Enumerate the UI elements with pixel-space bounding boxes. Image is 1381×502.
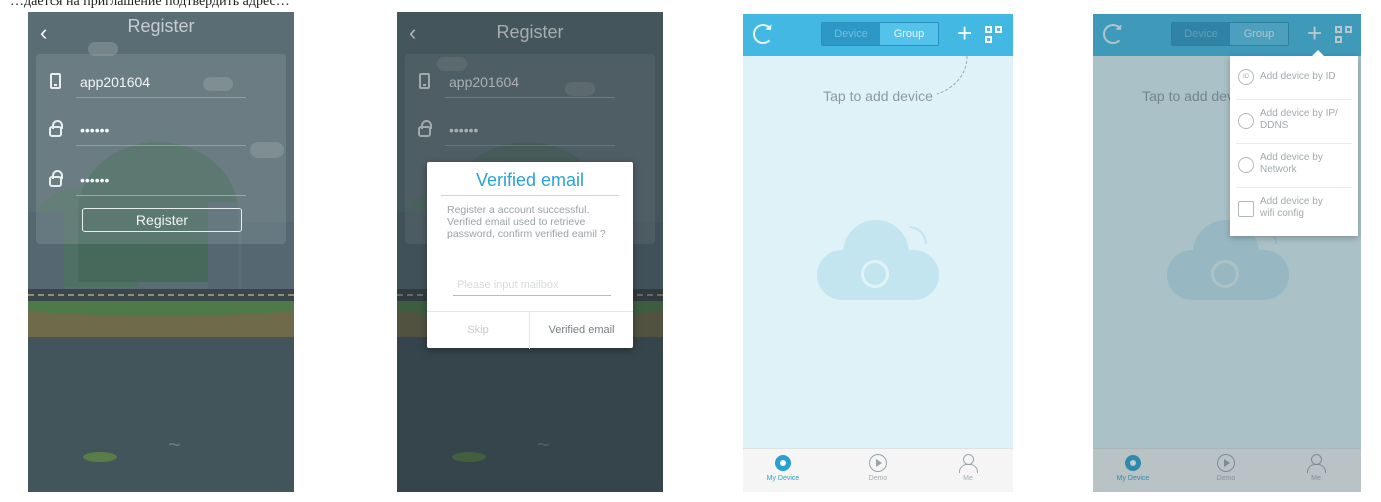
skip-button[interactable]: Skip <box>427 312 530 349</box>
id-icon: ID <box>1238 69 1254 85</box>
add-device-menu: ID Add device by ID Add device by IP/ DD… <box>1230 50 1358 236</box>
dialog-buttons: Skip Verified email <box>427 311 633 349</box>
cloud-icon <box>817 220 939 300</box>
refresh-icon[interactable] <box>753 24 773 44</box>
device-list-screen: Device Group + Tap to add device My Devi… <box>743 14 1013 492</box>
qr-code-icon[interactable] <box>985 26 1003 44</box>
menu-item-add-by-id[interactable]: ID Add device by ID <box>1236 56 1352 100</box>
verified-email-button[interactable]: Verified email <box>530 312 633 349</box>
verify-email-screen: ~ ‹ Register app201604 •••••• Verified e… <box>397 12 663 492</box>
mailbox-input[interactable]: Please input mailbox <box>453 274 611 296</box>
add-device-menu-screen: Device Group + Tap to add device My Devi… <box>1093 14 1361 492</box>
confirm-password-value: •••••• <box>80 172 110 188</box>
username-field[interactable]: app201604 <box>46 62 276 102</box>
register-screen: ~ ‹ Register app201604 •••••• •••••• Reg… <box>28 12 294 492</box>
tab-me[interactable]: Me <box>938 453 998 482</box>
phone-icon <box>46 71 64 91</box>
scan-icon <box>1238 201 1254 217</box>
dialog-divider <box>441 195 619 196</box>
lock-icon <box>46 119 64 139</box>
register-button[interactable]: Register <box>82 208 242 232</box>
menu-item-add-by-ip[interactable]: Add device by IP/ DDNS <box>1236 100 1352 144</box>
bottom-tab-bar: My Device Demo Me <box>743 448 1013 492</box>
tab-device[interactable]: Device <box>822 23 880 45</box>
confirm-password-field[interactable]: •••••• <box>46 160 276 200</box>
password-value: •••••• <box>80 122 110 138</box>
dialog-message: Register a account successful. Verified … <box>447 204 606 240</box>
top-bar: Device Group + <box>743 14 1013 56</box>
tab-demo[interactable]: Demo <box>848 453 908 482</box>
lock-icon <box>46 169 64 189</box>
username-value: app201604 <box>80 74 151 90</box>
tab-group[interactable]: Group <box>880 23 938 45</box>
verified-email-dialog: Verified email Register a account succes… <box>427 162 633 349</box>
top-caption: …дается на приглашение подтвердить адрес… <box>10 0 290 9</box>
network-icon <box>1238 157 1254 173</box>
play-icon <box>869 454 887 472</box>
password-field[interactable]: •••••• <box>46 110 276 150</box>
device-group-toggle: Device Group <box>821 22 939 46</box>
globe-icon <box>1238 113 1254 129</box>
title-bar: ‹ Register <box>28 12 294 56</box>
tab-my-device[interactable]: My Device <box>753 453 813 482</box>
tap-to-add-text: Tap to add device <box>823 88 933 104</box>
device-icon <box>775 455 791 471</box>
dialog-title: Verified email <box>475 170 585 190</box>
user-icon <box>959 453 978 473</box>
menu-item-add-by-wifi[interactable]: Add device by wifi config <box>1236 188 1352 232</box>
menu-item-add-by-network[interactable]: Add device by Network <box>1236 144 1352 188</box>
add-icon[interactable]: + <box>957 18 972 49</box>
page-title: Register <box>127 16 195 36</box>
